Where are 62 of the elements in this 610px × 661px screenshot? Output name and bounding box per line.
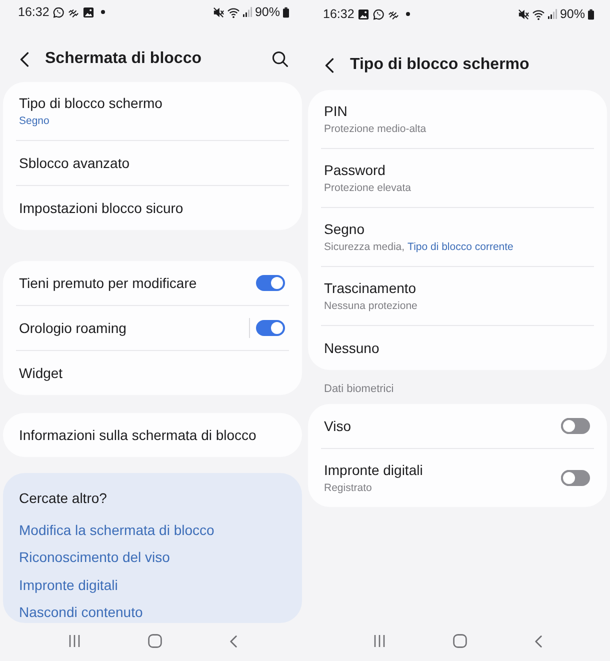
home-icon[interactable] [148, 634, 162, 648]
setting-label[interactable]: Orologio roaming [19, 318, 126, 338]
suggestion-link[interactable]: Riconoscimento del viso [19, 547, 170, 567]
signal-bars-icon [548, 9, 557, 19]
setting-value: Tipo di blocco corrente [408, 240, 514, 255]
setting-label[interactable]: Tipo di blocco schermo [19, 92, 162, 112]
setting-value: Segno [19, 114, 50, 128]
setting-subtitle: Protezione elevata [324, 181, 411, 196]
battery-percent: 90% [560, 6, 585, 23]
signal-bars-icon [242, 7, 252, 18]
setting-label[interactable]: Informazioni sulla schermata di blocco [19, 424, 256, 444]
toggle-switch[interactable] [256, 274, 285, 290]
battery-icon [283, 6, 289, 18]
setting-label[interactable]: Widget [19, 362, 63, 382]
setting-label[interactable]: Tieni premuto per modificare [19, 272, 197, 292]
setting-label[interactable]: PIN [324, 101, 348, 121]
toggle-switch[interactable] [561, 470, 590, 486]
chat-bubble-icon [373, 8, 384, 20]
back-icon[interactable] [230, 634, 236, 648]
status-time: 16:32 [18, 4, 50, 22]
section-header: Dati biometrici [324, 383, 394, 395]
setting-label[interactable]: Impostazioni blocco sicuro [19, 198, 184, 218]
setting-subtitle: Sicurezza media, [324, 240, 405, 255]
setting-subtitle: Protezione medio-alta [324, 122, 426, 137]
recent-apps-icon[interactable] [374, 635, 384, 647]
setting-label[interactable]: Sblocco avanzato [19, 152, 130, 172]
setting-subtitle: Registrato [324, 481, 372, 496]
screen-title: Schermata di blocco [45, 49, 202, 70]
back-icon[interactable] [534, 634, 542, 648]
toggle-switch[interactable] [561, 418, 590, 434]
wavy-lines-icon [388, 8, 400, 20]
muted-speaker-icon [518, 8, 529, 20]
suggestion-link[interactable]: Modifica la schermata di blocco [19, 520, 214, 540]
home-icon[interactable] [452, 634, 466, 648]
image-icon [83, 6, 94, 18]
wifi-icon [226, 6, 240, 18]
screen-title: Tipo di blocco schermo [350, 55, 530, 75]
suggestion-link[interactable]: Nascondi contenuto [19, 602, 143, 622]
recent-apps-icon[interactable] [68, 635, 80, 647]
setting-label[interactable]: Impronte digitali [324, 460, 423, 480]
image-icon [358, 8, 370, 20]
battery-percent: 90% [254, 4, 280, 22]
back-button-icon[interactable] [325, 58, 334, 72]
dot-icon [101, 10, 106, 14]
dot-icon [406, 12, 410, 16]
setting-label[interactable]: Trascinamento [324, 278, 416, 298]
setting-label[interactable]: Password [324, 160, 386, 180]
back-button-icon[interactable] [20, 52, 29, 67]
status-time: 16:32 [323, 6, 354, 23]
wifi-icon [532, 8, 545, 20]
setting-subtitle: Nessuna protezione [324, 299, 418, 314]
setting-label[interactable]: Nessuno [324, 338, 380, 358]
setting-label[interactable]: Segno [324, 219, 364, 239]
chat-bubble-icon [53, 6, 64, 18]
battery-icon [588, 8, 594, 20]
muted-speaker-icon [212, 6, 224, 18]
toggle-switch[interactable] [256, 320, 285, 336]
search-icon[interactable] [272, 51, 288, 68]
wavy-lines-icon [68, 6, 80, 18]
suggestion-link[interactable]: Impronte digitali [19, 574, 118, 594]
setting-label[interactable]: Viso [324, 416, 351, 436]
suggestions-title: Cercate altro? [19, 488, 107, 508]
